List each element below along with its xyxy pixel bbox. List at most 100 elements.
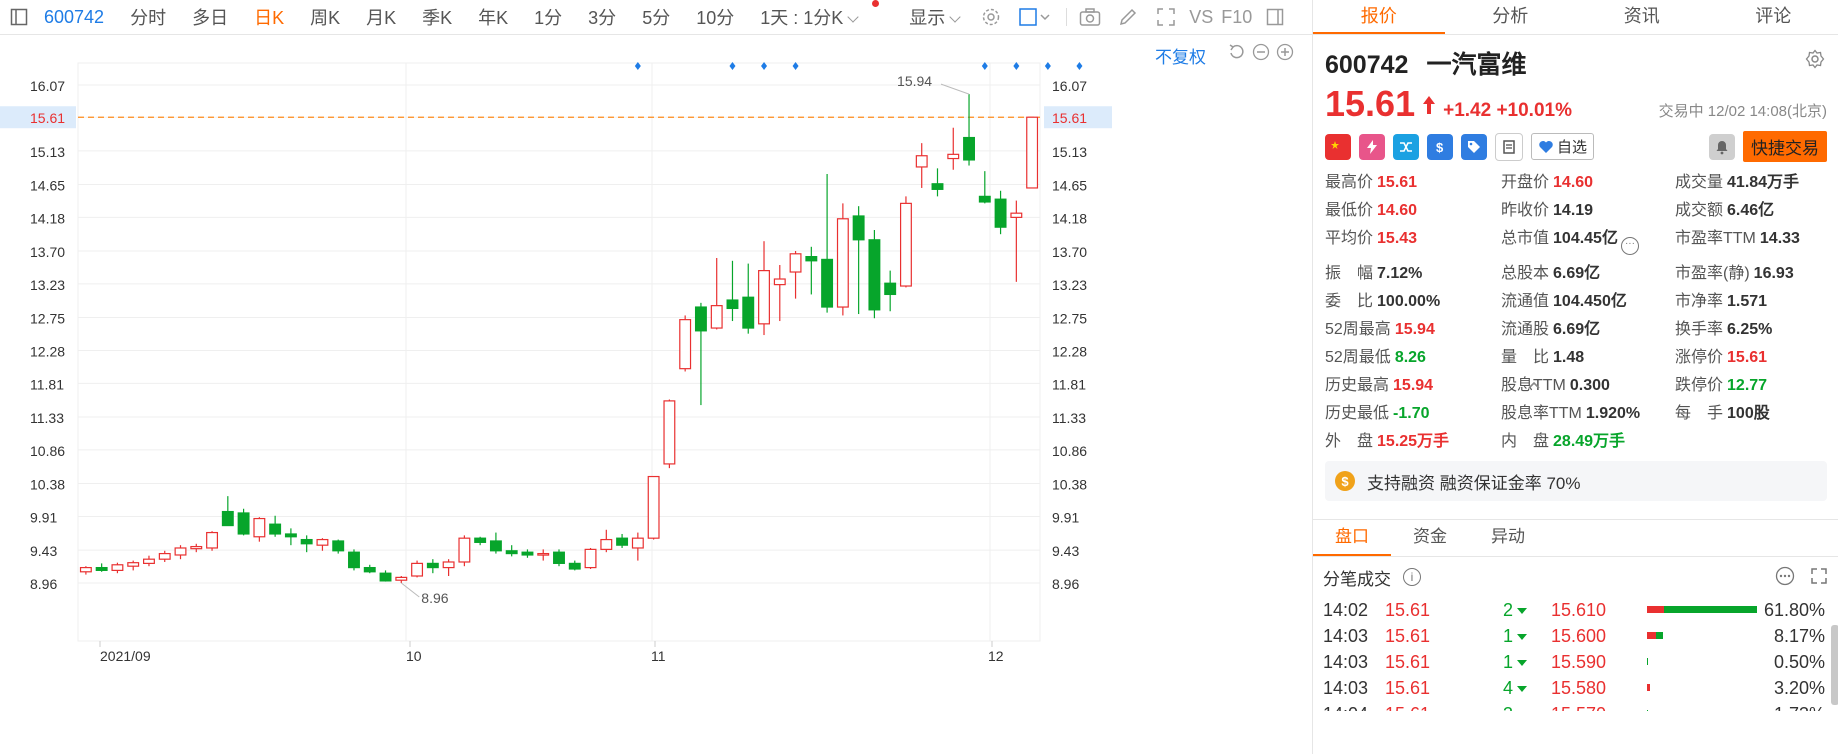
candle-body	[269, 523, 282, 535]
note-icon[interactable]	[1495, 132, 1523, 161]
period-tab[interactable]: 年K	[465, 4, 521, 30]
quote-item: 总股本 6.69亿	[1501, 259, 1675, 283]
candle-body	[458, 537, 471, 563]
zoom-out-icon[interactable]	[1252, 43, 1270, 61]
sidebar-toggle-icon[interactable]	[8, 6, 30, 28]
period-select-label: 1天 : 1分K	[760, 8, 844, 28]
quote-value: 104.45亿	[1553, 230, 1618, 247]
tick-row: 14:03 15.61 4 15.580 3.20%	[1313, 675, 1838, 701]
panel-tab[interactable]: 报价	[1313, 0, 1445, 34]
period-tab[interactable]: 多日	[179, 4, 241, 30]
quote-value: 14.60	[1377, 202, 1418, 219]
stock-code: 600742	[1325, 51, 1409, 79]
period-tab[interactable]: 5分	[629, 4, 683, 30]
quote-panel: 报价 分析 资讯 评论 600742 一汽富维 15.61 +1.42 +10.01% …	[1312, 0, 1838, 754]
more-icon[interactable]	[1775, 566, 1795, 591]
period-tab[interactable]: 日K	[241, 4, 297, 30]
candle-body	[489, 540, 502, 552]
price-row: 15.61 +1.42 +10.01% 交易中 12/02 14:08(北京)	[1325, 83, 1827, 125]
min-annotation-line	[400, 582, 420, 598]
lightning-icon[interactable]	[1359, 133, 1385, 160]
quote-item: 成交量 41.84万手	[1675, 168, 1825, 192]
quote-value: -1.70	[1393, 405, 1430, 422]
tick-time: 14:04	[1323, 704, 1368, 712]
china-flag-icon[interactable]	[1325, 133, 1351, 160]
period-tab[interactable]: 1分	[521, 4, 575, 30]
quote-label: 最高价	[1325, 174, 1374, 191]
pencil-icon[interactable]	[1117, 6, 1139, 28]
candle-body	[710, 305, 723, 329]
quote-label: 换手率	[1675, 321, 1724, 338]
collapse-toggle[interactable]	[1527, 377, 1541, 395]
camera-icon[interactable]	[1079, 6, 1101, 28]
y-tick-label-left: 14.18	[30, 210, 65, 226]
add-watchlist-button[interactable]: 自选	[1531, 133, 1595, 160]
more-icon[interactable]: ···	[1620, 237, 1639, 255]
tick-scrollbar[interactable]	[1831, 625, 1838, 705]
tick-price: 15.61	[1385, 677, 1431, 698]
y-tick-label-left: 11.81	[30, 376, 64, 392]
candle-body	[426, 562, 439, 569]
quote-label: 跌停价	[1675, 377, 1724, 394]
gear-icon[interactable]	[1805, 49, 1825, 74]
color-picker-icon[interactable]	[1018, 6, 1054, 28]
candle-body	[363, 566, 376, 573]
period-tab[interactable]: 月K	[353, 4, 409, 30]
period-tab[interactable]: 分时	[117, 4, 179, 30]
panel-toggle-icon[interactable]	[1264, 6, 1286, 28]
panel-tab[interactable]: 资讯	[1576, 0, 1708, 34]
expand-icon[interactable]	[1809, 566, 1829, 591]
tag-icon[interactable]	[1461, 133, 1487, 160]
tick-list[interactable]: 14:02 15.61 2 15.610 61.80% 14:03 15.61 1 15.600…	[1313, 597, 1838, 711]
period-tab[interactable]: 3分	[575, 4, 629, 30]
settings-icon[interactable]	[980, 6, 1002, 28]
tick-time: 14:02	[1323, 599, 1369, 620]
period-tab[interactable]: 10分	[683, 4, 747, 30]
depth-tab[interactable]: 盘口	[1313, 520, 1391, 556]
period-select[interactable]: 1天 : 1分K	[747, 4, 870, 30]
quote-item: 最低价 14.60	[1325, 196, 1501, 220]
adjust-mode-button[interactable]: 不复权	[1155, 43, 1206, 68]
price-change: +1.42 +10.01%	[1443, 100, 1572, 122]
tick-percent: 3.20%	[1773, 677, 1825, 698]
bell-icon[interactable]	[1709, 133, 1735, 160]
depth-tab[interactable]: 资金	[1391, 520, 1469, 556]
shuffle-icon[interactable]	[1393, 133, 1419, 160]
quick-trade-button[interactable]: 快捷交易	[1743, 131, 1827, 162]
candlestick-chart[interactable]: 16.07 16.07 15.61 15.61 15.13 15.13 14.65 14.65…	[0, 35, 1312, 754]
reset-icon[interactable]	[1228, 43, 1246, 61]
candle-body	[206, 531, 219, 549]
candle-body	[143, 558, 155, 564]
info-icon[interactable]: i	[1403, 568, 1421, 586]
tick-level-price: 15.570	[1551, 704, 1606, 712]
y-tick-label-right: 15.61	[1052, 110, 1087, 126]
chart-canvas[interactable]: 16.07 16.07 15.61 15.61 15.13 15.13 14.65 14.65…	[0, 35, 1312, 754]
y-tick-label-right: 9.91	[1052, 509, 1079, 525]
stock-name: 一汽富维	[1426, 51, 1527, 79]
tick-volume: 1	[1502, 651, 1513, 672]
stock-code-link[interactable]: 600742	[38, 7, 117, 28]
y-tick-label-right: 15.13	[1052, 144, 1087, 160]
f10-button[interactable]: F10	[1217, 7, 1256, 28]
fullscreen-icon[interactable]	[1155, 6, 1177, 28]
quote-item: 52周最高 15.94	[1325, 315, 1501, 339]
quote-value: 1.571	[1727, 293, 1768, 310]
quote-value: 8.26	[1394, 349, 1426, 366]
period-tab[interactable]: 周K	[297, 4, 353, 30]
zoom-in-icon[interactable]	[1276, 43, 1294, 61]
candle-body	[726, 299, 739, 310]
panel-tab[interactable]: 评论	[1708, 0, 1838, 34]
panel-tab[interactable]: 分析	[1445, 0, 1577, 34]
display-dropdown[interactable]: 显示	[896, 4, 972, 30]
arrow-down-icon	[1517, 686, 1527, 692]
depth-tab[interactable]: 异动	[1469, 520, 1547, 556]
tick-bar-red	[1647, 606, 1664, 613]
dollar-icon[interactable]: $	[1427, 133, 1453, 160]
period-tab[interactable]: 季K	[409, 4, 465, 30]
tick-price: 15.61	[1385, 704, 1430, 712]
vs-compare-button[interactable]: VS	[1185, 7, 1217, 28]
trade-status: 交易中 12/02 14:08(北京)	[1658, 103, 1827, 120]
tick-level-price: 15.610	[1551, 599, 1607, 620]
y-tick-label-left: 10.38	[30, 477, 65, 493]
y-tick-label-right: 14.18	[1052, 210, 1087, 226]
